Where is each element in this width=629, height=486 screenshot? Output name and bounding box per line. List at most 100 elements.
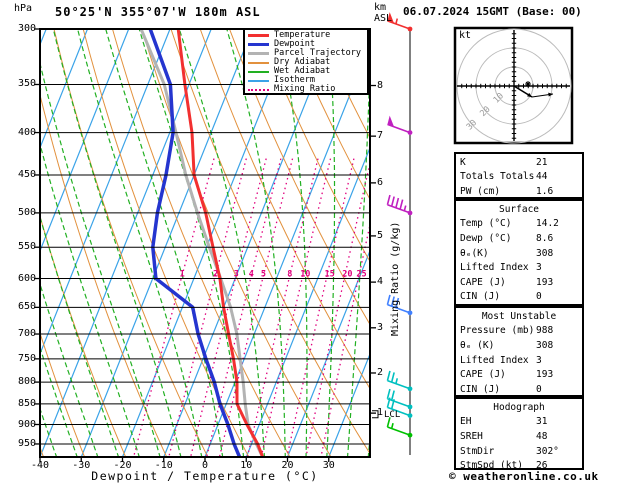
table-row: Dewp (°C)8.6 bbox=[460, 231, 582, 246]
table-row: K21 bbox=[460, 155, 582, 170]
mixing-ratio-value-label: 4 bbox=[249, 270, 254, 280]
table-row-label: PW (cm) bbox=[460, 186, 536, 197]
table-row: CIN (J)0 bbox=[460, 382, 582, 397]
table-row-value: 193 bbox=[536, 369, 553, 380]
table-row-label: CAPE (J) bbox=[460, 277, 536, 288]
table-row-value: 1.6 bbox=[536, 186, 553, 197]
legend-label: Mixing Ratio bbox=[274, 85, 335, 94]
pressure-tick-label: 450 bbox=[6, 170, 36, 180]
table-row-label: CIN (J) bbox=[460, 384, 536, 395]
km-tick-label: 3 bbox=[377, 323, 383, 333]
legend-swatch-parcel-trajectory bbox=[248, 52, 269, 55]
mixing-ratio-value-label: 1 bbox=[180, 270, 185, 280]
table-row-label: Lifted Index bbox=[460, 355, 536, 366]
table-row: Totals Totals44 bbox=[460, 170, 582, 185]
table-row: θₑ(K)308 bbox=[460, 246, 582, 261]
table-row-value: 8.6 bbox=[536, 233, 553, 244]
temp-tick-label: -40 bbox=[23, 461, 57, 471]
hodograph-unit-label: kt bbox=[459, 30, 471, 41]
table-title: Most Unstable bbox=[482, 311, 556, 322]
table-indices: K21Totals Totals44PW (cm)1.6 bbox=[454, 152, 584, 199]
table-row-value: 193 bbox=[536, 277, 553, 288]
table-row-label: Lifted Index bbox=[460, 262, 536, 273]
mixing-ratio-value-label: 3 bbox=[234, 270, 239, 280]
mixing-ratio-value-label: 8 bbox=[287, 270, 292, 280]
table-row: PW (cm)1.6 bbox=[460, 184, 582, 199]
table-row-value: 3 bbox=[536, 262, 542, 273]
legend-swatch-dry-adiabat bbox=[248, 62, 269, 64]
copyright-footer: © weatheronline.co.uk bbox=[449, 470, 599, 483]
pressure-tick-label: 650 bbox=[6, 302, 36, 312]
pressure-tick-label: 400 bbox=[6, 128, 36, 138]
table-row-label: StmDir bbox=[460, 446, 536, 457]
wind-barb bbox=[387, 417, 412, 437]
legend-box: TemperatureDewpointParcel TrajectoryDry … bbox=[243, 28, 369, 95]
table-title: Surface bbox=[499, 204, 539, 215]
table-row: CAPE (J)193 bbox=[460, 367, 582, 382]
wind-barb bbox=[387, 371, 412, 391]
pressure-tick-label: 600 bbox=[6, 274, 36, 284]
mixing-ratio-value-label: 10 bbox=[300, 270, 310, 280]
legend-swatch-dewpoint bbox=[248, 43, 269, 46]
legend-item: Mixing Ratio bbox=[248, 85, 365, 94]
legend-swatch-mixing-ratio bbox=[248, 89, 269, 91]
km-tick-label: 6 bbox=[377, 178, 383, 188]
wind-barb bbox=[387, 116, 412, 135]
table-row-label: Pressure (mb) bbox=[460, 325, 536, 336]
sounding-screenshot: 12345810152025102030 hPa 50°25'N 355°07'… bbox=[0, 0, 629, 486]
pressure-unit-label: hPa bbox=[14, 4, 32, 14]
km-tick-label: 2 bbox=[377, 368, 383, 378]
legend-swatch-isotherm bbox=[248, 80, 269, 82]
hodograph: 102030 bbox=[455, 28, 572, 143]
table-row: CIN (J)0 bbox=[460, 290, 582, 305]
table-row-label: SREH bbox=[460, 431, 536, 442]
table-row-label: Dewp (°C) bbox=[460, 233, 536, 244]
table-row: Lifted Index3 bbox=[460, 260, 582, 275]
table-row-value: 48 bbox=[536, 431, 547, 442]
km-tick-label: 5 bbox=[377, 231, 383, 241]
table-row-value: 0 bbox=[536, 384, 542, 395]
km-tick-label: 8 bbox=[377, 81, 383, 91]
table-title: Hodograph bbox=[493, 402, 544, 413]
km-tick-label: 1 bbox=[377, 408, 383, 418]
pressure-tick-label: 900 bbox=[6, 420, 36, 430]
mixing-ratio-value-label: 15 bbox=[324, 270, 334, 280]
table-hodograph: HodographEH31SREH48StmDir302°StmSpd (kt)… bbox=[454, 397, 584, 470]
table-row-label: θₑ (K) bbox=[460, 340, 536, 351]
pressure-tick-label: 750 bbox=[6, 354, 36, 364]
table-row-value: 44 bbox=[536, 171, 547, 182]
altitude-unit-km: km bbox=[374, 3, 386, 13]
pressure-tick-label: 500 bbox=[6, 208, 36, 218]
km-tick-label: 7 bbox=[377, 131, 383, 141]
table-row: Lifted Index3 bbox=[460, 353, 582, 368]
mixing-ratio-value-label: 2 bbox=[213, 270, 218, 280]
pressure-tick-label: 700 bbox=[6, 329, 36, 339]
table-row: CAPE (J)193 bbox=[460, 275, 582, 290]
table-row: EH31 bbox=[460, 415, 582, 430]
pressure-tick-label: 550 bbox=[6, 242, 36, 252]
km-tick-label: 4 bbox=[377, 277, 383, 287]
mixing-ratio-value-label: 5 bbox=[261, 270, 266, 280]
table-most-unstable: Most UnstablePressure (mb)988θₑ (K)308Li… bbox=[454, 306, 584, 397]
legend-swatch-wet-adiabat bbox=[248, 71, 269, 73]
pressure-tick-label: 950 bbox=[6, 439, 36, 449]
table-row-value: 3 bbox=[536, 355, 542, 366]
table-row-label: θₑ(K) bbox=[460, 248, 536, 259]
table-row: Temp (°C)14.2 bbox=[460, 217, 582, 232]
table-row-value: 21 bbox=[536, 157, 547, 168]
table-row: θₑ (K)308 bbox=[460, 338, 582, 353]
table-row-value: 308 bbox=[536, 248, 553, 259]
pressure-tick-label: 300 bbox=[6, 24, 36, 34]
table-row-label: K bbox=[460, 157, 536, 168]
table-row-label: CIN (J) bbox=[460, 291, 536, 302]
station-title: 50°25'N 355°07'W 180m ASL bbox=[55, 7, 261, 17]
mixing-ratio-value-label: 20 bbox=[342, 270, 352, 280]
table-row: SREH48 bbox=[460, 429, 582, 444]
table-row-value: 31 bbox=[536, 416, 547, 427]
pressure-tick-label: 800 bbox=[6, 377, 36, 387]
lcl-label: LCL bbox=[384, 410, 400, 420]
legend-swatch-temperature bbox=[248, 34, 269, 37]
table-row-value: 988 bbox=[536, 325, 553, 336]
table-row: Pressure (mb)988 bbox=[460, 324, 582, 339]
table-row-value: 302° bbox=[536, 446, 559, 457]
